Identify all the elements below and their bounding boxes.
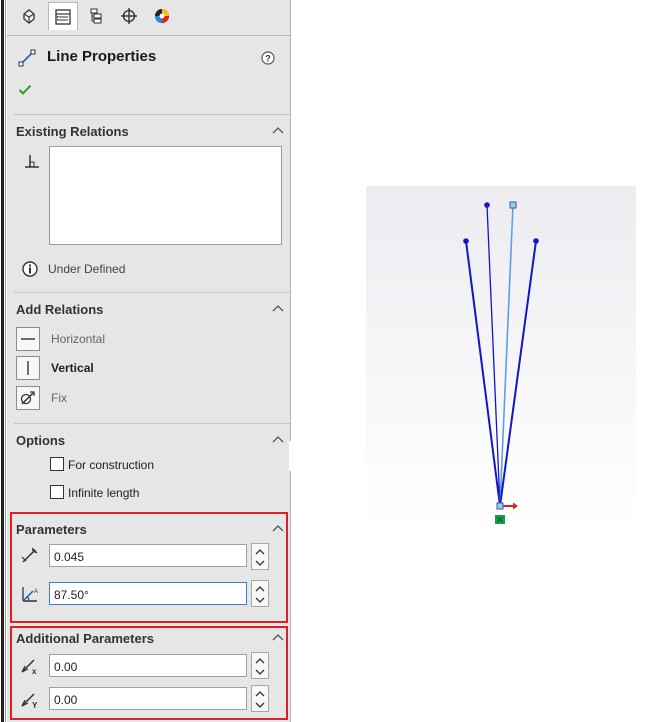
spin-down-icon[interactable] xyxy=(255,669,265,675)
angle-input[interactable]: 87.50° xyxy=(49,582,247,605)
infinite-length-label[interactable]: Infinite length xyxy=(68,486,139,500)
tab-feature-manager[interactable] xyxy=(14,2,44,30)
property-manager-icon xyxy=(55,8,71,25)
ok-checkmark-icon[interactable] xyxy=(18,84,32,96)
delta-x-spinner[interactable] xyxy=(251,652,269,679)
length-spinner[interactable] xyxy=(251,543,269,570)
line-tool-icon xyxy=(18,49,36,67)
spin-up-icon[interactable] xyxy=(255,691,265,697)
length-input[interactable]: 0.045 xyxy=(49,544,247,567)
existing-relations-list[interactable] xyxy=(49,146,282,245)
info-icon xyxy=(22,261,38,277)
relation-label-horizontal[interactable]: Horizontal xyxy=(51,332,105,346)
configuration-manager-icon xyxy=(90,8,102,24)
tab-configuration-manager[interactable] xyxy=(81,2,111,30)
for-construction-label[interactable]: For construction xyxy=(68,458,154,472)
display-manager-icon xyxy=(155,9,169,23)
section-divider xyxy=(14,423,290,424)
svg-text:?: ? xyxy=(265,54,271,64)
svg-text:A: A xyxy=(34,589,38,595)
chevron-up-icon[interactable] xyxy=(272,524,284,532)
options-title: Options xyxy=(16,433,66,448)
existing-relations-title: Existing Relations xyxy=(16,124,129,139)
section-divider xyxy=(14,292,290,293)
delta-x-input[interactable]: 0.00 xyxy=(49,654,247,677)
length-icon xyxy=(21,547,38,563)
manager-tabs xyxy=(7,0,290,34)
origin-x-arrowhead xyxy=(513,502,518,510)
chevron-up-icon[interactable] xyxy=(272,435,284,443)
dimxpert-manager-icon xyxy=(121,8,137,24)
angle-spinner[interactable] xyxy=(251,580,269,607)
panel-title: Line Properties xyxy=(47,48,157,65)
chevron-up-icon[interactable] xyxy=(272,126,284,134)
delta-x-icon: x xyxy=(21,659,37,675)
window-border xyxy=(1,0,4,722)
parameters-title: Parameters xyxy=(16,522,87,537)
graphics-area[interactable] xyxy=(366,186,636,532)
relations-icon xyxy=(25,155,39,168)
spin-down-icon[interactable] xyxy=(255,702,265,708)
chevron-up-icon[interactable] xyxy=(272,304,284,312)
relation-label-fix[interactable]: Fix xyxy=(51,391,67,405)
horizontal-relation-icon xyxy=(21,338,35,340)
chevron-up-icon[interactable] xyxy=(272,633,284,641)
horizontal-relation-button[interactable] xyxy=(16,327,40,351)
svg-text:x: x xyxy=(32,667,37,675)
vertical-relation-button[interactable] xyxy=(16,356,40,380)
add-relations-title: Add Relations xyxy=(16,302,104,317)
section-divider xyxy=(14,114,290,115)
relation-label-vertical[interactable]: Vertical xyxy=(51,361,94,375)
spin-down-icon[interactable] xyxy=(255,597,265,603)
svg-text:Y: Y xyxy=(32,701,38,709)
endpoint-left[interactable] xyxy=(463,238,469,244)
splitter-handle[interactable] xyxy=(289,441,292,471)
tab-display-manager[interactable] xyxy=(147,2,177,30)
origin-point[interactable] xyxy=(496,502,504,510)
help-icon[interactable]: ? xyxy=(261,51,275,65)
endpoint-right[interactable] xyxy=(533,238,539,244)
fix-relation-button[interactable] xyxy=(16,386,40,410)
angle-icon: A xyxy=(22,587,38,602)
spin-up-icon[interactable] xyxy=(255,549,265,555)
infinite-length-checkbox[interactable] xyxy=(50,485,64,499)
endpoint-selected[interactable] xyxy=(509,201,517,209)
additional-parameters-title: Additional Parameters xyxy=(16,631,154,646)
spin-up-icon[interactable] xyxy=(255,658,265,664)
delta-y-spinner[interactable] xyxy=(251,685,269,712)
delta-y-input[interactable]: 0.00 xyxy=(49,687,247,710)
property-manager-panel: Line Properties ? Existing Relations Und… xyxy=(7,0,291,722)
tab-dimxpert-manager[interactable] xyxy=(114,2,144,30)
tab-property-manager[interactable] xyxy=(48,2,78,30)
tabs-divider xyxy=(7,35,290,36)
delta-y-icon: Y xyxy=(21,693,38,709)
spin-down-icon[interactable] xyxy=(255,560,265,566)
vertical-relation-icon xyxy=(27,361,29,375)
for-construction-checkbox[interactable] xyxy=(50,457,64,471)
feature-manager-icon xyxy=(23,9,35,24)
fix-relation-icon xyxy=(20,391,35,405)
spin-up-icon[interactable] xyxy=(255,586,265,592)
window-border-inner xyxy=(5,0,6,722)
sketch-canvas[interactable] xyxy=(366,186,636,532)
definition-status: Under Defined xyxy=(48,262,126,276)
endpoint-inner[interactable] xyxy=(484,202,490,208)
